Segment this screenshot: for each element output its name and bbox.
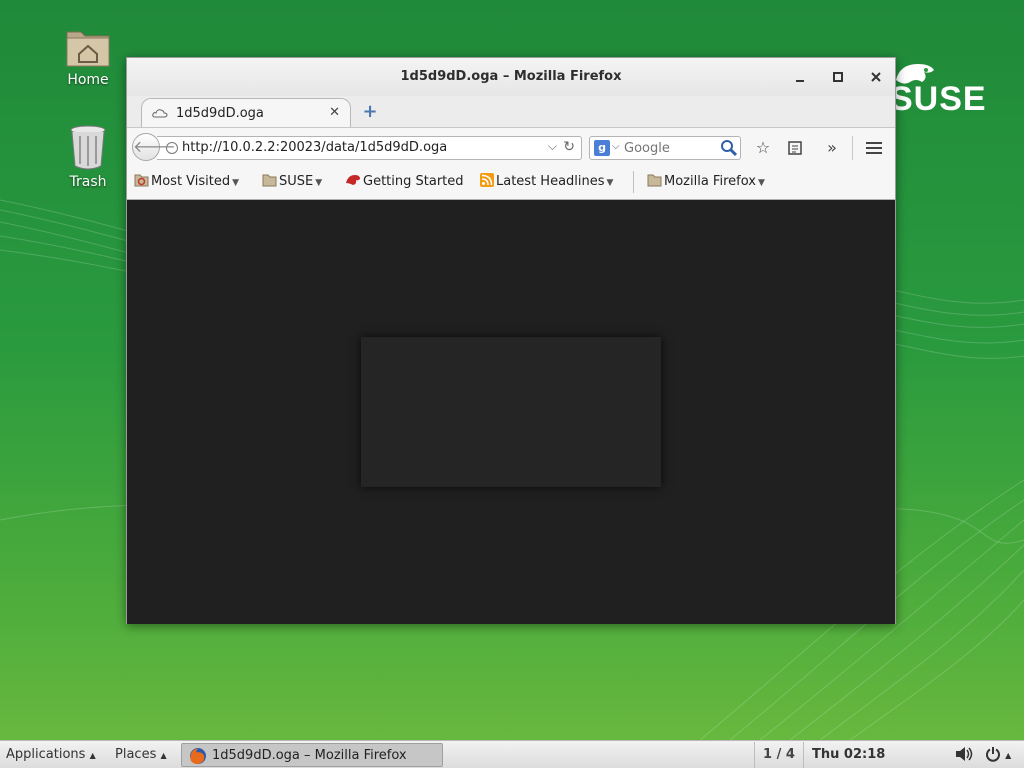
menu-button[interactable] (862, 136, 886, 160)
bookmark-getting-started[interactable]: Getting Started (345, 173, 464, 189)
chevron-down-icon: ▼ (315, 178, 323, 188)
address-bar[interactable]: http://10.0.2.2:20023/data/1d5d9dD.oga ⌵… (157, 136, 582, 160)
caret-up-icon: ▲ (89, 751, 96, 760)
bookmarks-toolbar: Most Visited ▼ SUSE ▼ Getting Started Late… (127, 165, 895, 200)
chevron-down-icon: ▼ (606, 178, 614, 188)
url-text: http://10.0.2.2:20023/data/1d5d9dD.oga (182, 140, 448, 155)
home-folder-icon (66, 31, 110, 67)
bookmark-label: Latest Headlines (496, 174, 605, 189)
desktop-home-icon[interactable]: Home (48, 24, 128, 88)
desktop-trash-icon[interactable]: Trash (48, 124, 128, 190)
bookmark-latest-headlines[interactable]: Latest Headlines ▼ (480, 173, 613, 189)
hamburger-menu-icon (866, 142, 882, 154)
workspace-switcher[interactable]: 1 / 4 (754, 742, 804, 768)
applications-label: Applications (6, 747, 86, 762)
window-title: 1d5d9dD.oga – Mozilla Firefox (400, 69, 622, 84)
most-visited-folder-icon (134, 174, 149, 187)
engine-dropdown-icon[interactable]: ⌵ (612, 141, 620, 152)
folder-icon (262, 174, 277, 187)
bookmarks-separator (633, 171, 634, 193)
back-button[interactable]: 🡐 (132, 133, 176, 161)
power-icon (986, 747, 1000, 762)
reading-list-button[interactable] (783, 136, 807, 160)
bookmark-label: Getting Started (363, 174, 464, 189)
desktop-icon-label: Home (67, 72, 109, 88)
close-button[interactable] (866, 67, 886, 87)
bookmark-mozilla-firefox[interactable]: Mozilla Firefox ▼ (647, 173, 765, 189)
star-icon: ☆ (755, 138, 771, 157)
window-titlebar[interactable]: 1d5d9dD.oga – Mozilla Firefox (127, 58, 895, 96)
places-menu[interactable]: Places ▲ (115, 747, 167, 762)
applications-menu[interactable]: Applications ▲ (6, 747, 96, 762)
bookmark-label: Mozilla Firefox (664, 174, 756, 189)
tab-label: 1d5d9dD.oga (176, 106, 264, 121)
chevron-down-icon: ▼ (232, 178, 240, 188)
reading-list-icon (788, 141, 802, 155)
maximize-button[interactable] (828, 67, 848, 87)
taskbar-firefox-button[interactable]: 1d5d9dD.oga – Mozilla Firefox (181, 743, 443, 767)
plus-icon: + (362, 101, 378, 122)
history-dropdown-icon[interactable]: ⌵ (548, 139, 557, 154)
trash-icon (70, 125, 106, 170)
firefox-window: 1d5d9dD.oga – Mozilla Firefox 1d5d9dD.og… (126, 57, 896, 624)
task-label: 1d5d9dD.oga – Mozilla Firefox (212, 748, 407, 763)
caret-up-icon: ▲ (160, 751, 167, 760)
desktop-icon-label: Trash (69, 174, 107, 190)
tab-close-icon[interactable]: ✕ (329, 105, 340, 120)
new-tab-button[interactable]: + (361, 103, 379, 121)
page-icon (152, 109, 168, 118)
bookmark-most-visited[interactable]: Most Visited ▼ (134, 173, 239, 189)
bookmark-label: SUSE (279, 174, 314, 189)
search-bar: g ⌵ (589, 136, 741, 160)
overflow-chevron-icon: » (827, 138, 837, 157)
firefox-icon (190, 748, 206, 764)
chevron-down-icon: ▼ (757, 178, 765, 188)
page-content (127, 200, 895, 624)
clock[interactable]: Thu 02:18 (812, 747, 885, 762)
media-player[interactable] (361, 337, 661, 487)
caret-up-icon: ▲ (1005, 751, 1012, 760)
suse-wordmark: SUSE (890, 80, 987, 118)
places-label: Places (115, 747, 157, 762)
search-icon[interactable] (720, 139, 738, 157)
minimize-button[interactable] (790, 67, 810, 87)
toolbar-separator (852, 136, 853, 160)
overflow-button[interactable]: » (820, 136, 844, 160)
rss-feed-icon (480, 173, 494, 187)
volume-icon (956, 747, 973, 761)
search-input[interactable] (624, 139, 716, 157)
power-menu[interactable]: ▲ (985, 746, 1011, 766)
volume-button[interactable] (955, 746, 973, 766)
minimize-icon (796, 80, 804, 82)
bookmark-label: Most Visited (151, 174, 231, 189)
bookmark-star-button[interactable]: ☆ (751, 136, 775, 160)
navigation-toolbar: http://10.0.2.2:20023/data/1d5d9dD.oga ⌵… (127, 127, 895, 165)
bottom-panel: Applications ▲ Places ▲ 1d5d9dD.oga – Mo… (0, 740, 1024, 768)
google-engine-icon[interactable]: g (594, 140, 610, 156)
tab-strip: 1d5d9dD.oga ✕ + (127, 96, 895, 128)
back-arrow-icon: 🡐 (133, 137, 176, 156)
bookmark-suse[interactable]: SUSE ▼ (262, 173, 322, 189)
folder-icon (647, 174, 662, 187)
close-icon (871, 72, 881, 82)
tab-active[interactable]: 1d5d9dD.oga ✕ (141, 98, 351, 128)
firefox-bookmark-icon (346, 175, 360, 185)
reload-icon[interactable]: ↻ (563, 139, 575, 155)
maximize-icon (833, 72, 843, 82)
